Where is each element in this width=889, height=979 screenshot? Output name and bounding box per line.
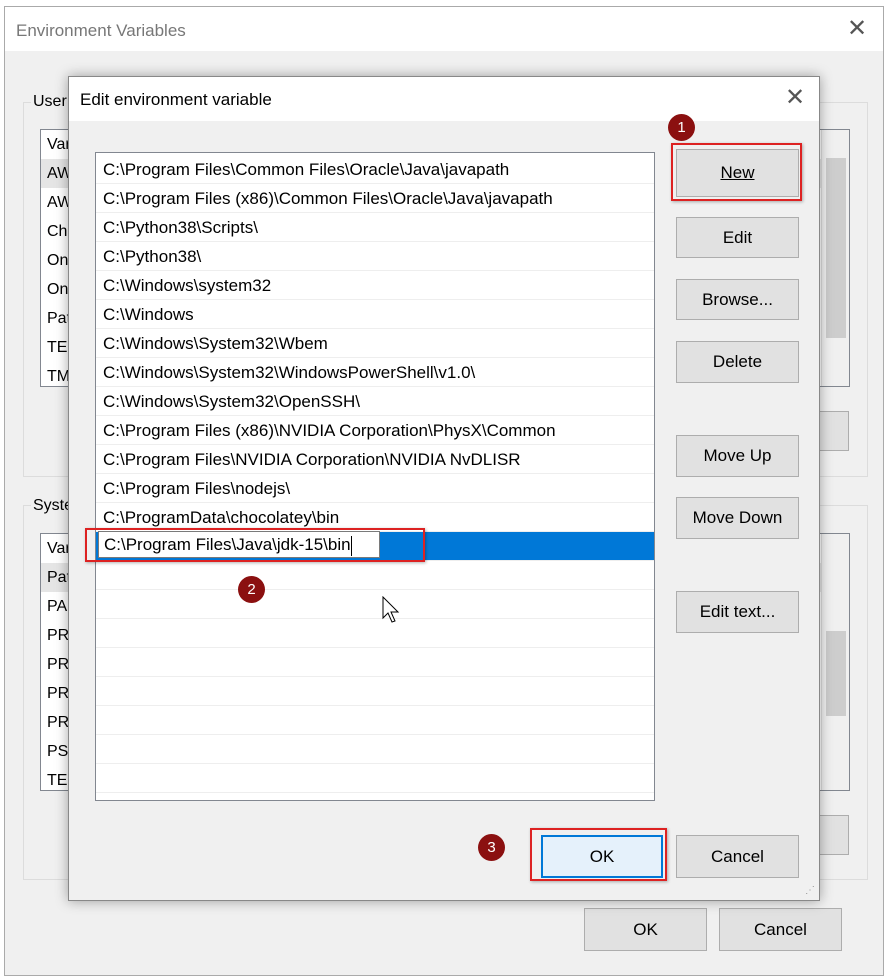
path-row[interactable]: C:\Python38\Scripts\ [96, 213, 654, 242]
move-up-button[interactable]: Move Up [676, 435, 799, 477]
path-row[interactable]: C:\Windows\system32 [96, 271, 654, 300]
window-title: Environment Variables [5, 7, 883, 51]
path-row[interactable]: C:\Program Files\nodejs\ [96, 474, 654, 503]
user-button-partial[interactable] [815, 411, 849, 451]
highlight-new-button [671, 143, 802, 201]
path-row[interactable]: C:\Program Files (x86)\Common Files\Orac… [96, 184, 654, 213]
highlight-ok-button [530, 828, 667, 881]
system-list-scrollbar[interactable] [821, 534, 849, 790]
system-button-partial[interactable] [815, 815, 849, 855]
highlight-edit-field [85, 528, 425, 562]
path-row[interactable]: C:\Windows\System32\WindowsPowerShell\v1… [96, 358, 654, 387]
path-row[interactable]: C:\Program Files (x86)\NVIDIA Corporatio… [96, 416, 654, 445]
outer-cancel-button[interactable]: Cancel [719, 908, 842, 951]
outer-ok-button[interactable]: OK [584, 908, 707, 951]
path-row[interactable]: C:\Windows\System32\Wbem [96, 329, 654, 358]
path-row[interactable] [96, 735, 654, 764]
path-row[interactable]: C:\Windows [96, 300, 654, 329]
resize-grip-icon[interactable]: ⋰ [805, 885, 815, 896]
delete-button[interactable]: Delete [676, 341, 799, 383]
path-row[interactable] [96, 764, 654, 793]
user-list-scrollbar[interactable] [821, 130, 849, 386]
dialog-title: Edit environment variable [69, 77, 819, 121]
browse-button[interactable]: Browse... [676, 279, 799, 320]
path-row[interactable]: C:\Program Files\NVIDIA Corporation\NVID… [96, 445, 654, 474]
annotation-badge-1: 1 [668, 114, 695, 141]
close-icon[interactable]: ✕ [847, 17, 867, 41]
path-list[interactable]: C:\Program Files\Common Files\Oracle\Jav… [95, 152, 655, 801]
annotation-badge-3: 3 [478, 834, 505, 861]
path-row[interactable] [96, 648, 654, 677]
path-row[interactable] [96, 619, 654, 648]
path-row[interactable] [96, 561, 654, 590]
edit-button[interactable]: Edit [676, 217, 799, 258]
path-row[interactable]: C:\Windows\System32\OpenSSH\ [96, 387, 654, 416]
close-icon[interactable]: ✕ [785, 86, 805, 110]
path-row[interactable] [96, 677, 654, 706]
edit-text-button[interactable]: Edit text... [676, 591, 799, 633]
move-down-button[interactable]: Move Down [676, 497, 799, 539]
path-row[interactable]: C:\Program Files\Common Files\Oracle\Jav… [96, 155, 654, 184]
cancel-button[interactable]: Cancel [676, 835, 799, 878]
path-row[interactable] [96, 590, 654, 619]
path-row[interactable]: C:\Python38\ [96, 242, 654, 271]
annotation-badge-2: 2 [238, 576, 265, 603]
user-group-label: User [31, 93, 69, 111]
path-row[interactable] [96, 706, 654, 735]
mouse-cursor-icon [382, 596, 400, 623]
